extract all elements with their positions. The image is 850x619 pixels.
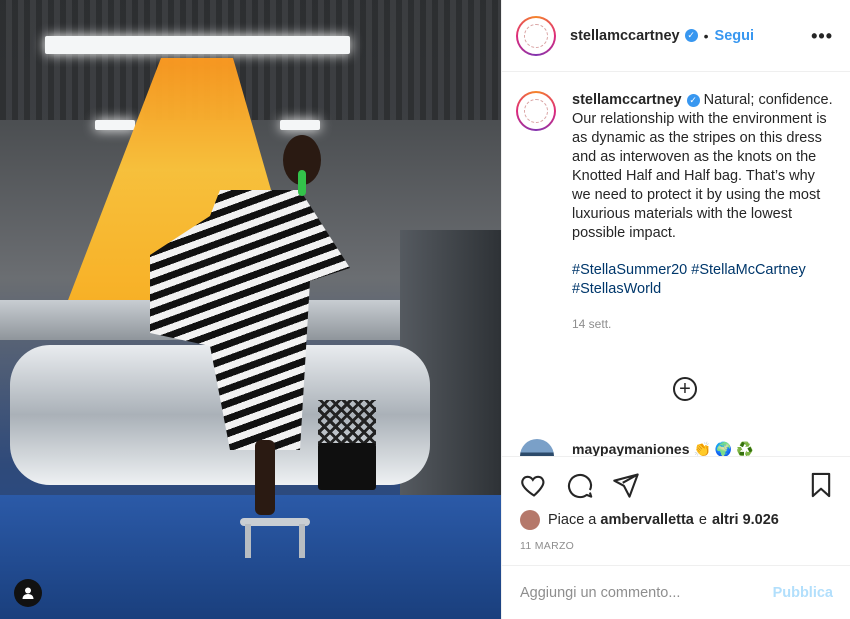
photo-lamp-small [280, 120, 320, 130]
liker-username[interactable]: ambervalletta [600, 512, 694, 528]
photo-stool [240, 518, 310, 558]
photo-earring [298, 170, 306, 196]
post-side-panel: stellamccartney ✓ • Segui ••• stellamcca… [501, 0, 850, 619]
more-options-icon[interactable]: ••• [811, 26, 833, 47]
comment-preview: maypaymaniones 👏 🌍 ♻️ [516, 437, 846, 456]
follow-button[interactable]: Segui [715, 28, 754, 44]
caption-text: stellamccartney ✓ Natural; confidence. Ou… [572, 91, 836, 243]
comment-text: maypaymaniones 👏 🌍 ♻️ [572, 441, 754, 456]
post-caption: stellamccartney ✓ Natural; confidence. Ou… [516, 91, 836, 331]
brand-logo [524, 23, 548, 48]
bag-net [318, 400, 376, 445]
photo-ceiling [0, 0, 501, 120]
separator-dot: • [703, 27, 709, 44]
photo-lamp-small [95, 120, 135, 130]
comment-composer: Pubblica [502, 565, 850, 619]
commenter-avatar[interactable] [520, 439, 554, 456]
hashtag-link[interactable]: #StellaMcCartney [691, 262, 805, 278]
comment-input[interactable] [518, 581, 762, 605]
action-bar [502, 456, 850, 512]
caption-hashtags: #StellaSummer20 #StellaMcCartney #Stella… [572, 261, 836, 299]
likes-others-link[interactable]: altri 9.026 [712, 512, 779, 528]
publish-button[interactable]: Pubblica [773, 585, 833, 601]
hashtag-link[interactable]: #StellaSummer20 [572, 262, 687, 278]
comment-emoji: 👏 🌍 ♻️ [693, 441, 754, 456]
caption-body: Natural; confidence. Our relationship wi… [572, 92, 833, 241]
photo-knotted-bag [318, 375, 376, 490]
hashtag-link[interactable]: #StellasWorld [572, 281, 661, 297]
verified-icon: ✓ [686, 93, 700, 107]
brand-logo [524, 99, 548, 123]
likes-conjunction: e [698, 512, 707, 528]
post-photo[interactable] [0, 0, 501, 619]
commenter-username[interactable]: maypaymaniones [572, 441, 690, 456]
likes-summary: Piace a ambervalletta e altri 9.026 [520, 510, 779, 530]
instagram-post: stellamccartney ✓ • Segui ••• stellamcca… [0, 0, 850, 619]
photo-model-leg [255, 440, 275, 515]
user-tag-icon[interactable] [14, 579, 42, 607]
caption-avatar[interactable] [516, 91, 556, 131]
liker-avatar[interactable] [520, 510, 540, 530]
share-icon[interactable] [612, 471, 640, 499]
bookmark-icon[interactable] [807, 471, 835, 499]
plus-circle-icon[interactable]: + [673, 377, 697, 401]
comments-area[interactable]: stellamccartney ✓ Natural; confidence. Ou… [502, 73, 850, 456]
author-username[interactable]: stellamccartney [570, 28, 680, 44]
likes-prefix: Piace a [548, 512, 597, 528]
bag-body [318, 443, 376, 490]
heart-icon[interactable] [520, 471, 548, 499]
post-header: stellamccartney ✓ • Segui ••• [502, 0, 850, 72]
post-date[interactable]: 11 MARZO [520, 540, 574, 552]
verified-icon: ✓ [684, 29, 698, 42]
author-avatar[interactable] [516, 15, 556, 56]
caption-time[interactable]: 14 sett. [572, 317, 836, 331]
comment-icon[interactable] [566, 471, 594, 499]
photo-lamp [45, 36, 350, 54]
caption-username[interactable]: stellamccartney [572, 92, 682, 108]
